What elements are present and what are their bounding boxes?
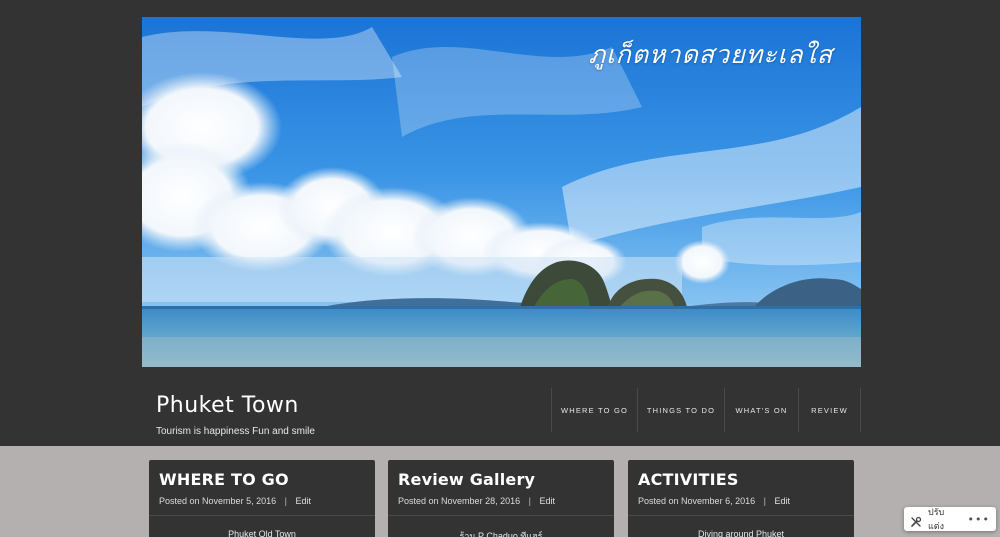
post-card: ACTIVITIES Posted on November 6, 2016 | …: [628, 460, 854, 537]
post-meta: Posted on November 6, 2016 | Edit: [638, 496, 790, 506]
post-date[interactable]: November 28, 2016: [441, 496, 520, 506]
site-title[interactable]: Phuket Town: [156, 393, 299, 418]
post-meta: Posted on November 5, 2016 | Edit: [159, 496, 311, 506]
post-card: WHERE TO GO Posted on November 5, 2016 |…: [149, 460, 375, 537]
header-banner-image[interactable]: ภูเก็ตหาดสวยทะเลใส: [142, 17, 861, 367]
nav-item-where-to-go[interactable]: WHERE TO GO: [551, 388, 637, 432]
site-description: Tourism is happiness Fun and smile: [156, 426, 315, 437]
customize-label: ปรับแต่ง: [928, 508, 945, 532]
post-excerpt: ร้าน P Chaduo ทีแฮร์: [459, 531, 543, 537]
nav-item-review[interactable]: REVIEW: [798, 388, 861, 432]
card-divider: [149, 515, 375, 516]
post-title[interactable]: ACTIVITIES: [638, 470, 739, 489]
card-divider: [388, 515, 614, 516]
posted-on-label: Posted on: [159, 496, 200, 506]
nav-item-things-to-do[interactable]: THINGS TO DO: [637, 388, 724, 432]
site-header: ภูเก็ตหาดสวยทะเลใส Phuket Town Tourism i…: [0, 0, 1000, 446]
meta-separator: |: [763, 496, 766, 506]
meta-separator: |: [528, 496, 531, 506]
card-divider: [628, 515, 854, 516]
posted-on-label: Posted on: [398, 496, 439, 506]
meta-separator: |: [284, 496, 287, 506]
post-meta: Posted on November 28, 2016 | Edit: [398, 496, 555, 506]
post-title[interactable]: Review Gallery: [398, 470, 535, 489]
tools-icon: [910, 513, 922, 527]
posted-on-label: Posted on: [638, 496, 679, 506]
main-navigation: WHERE TO GO THINGS TO DO WHAT'S ON REVIE…: [551, 388, 861, 432]
edit-link[interactable]: Edit: [774, 496, 790, 506]
post-excerpt: Phuket Old Town: [228, 529, 296, 537]
banner-caption: ภูเก็ตหาดสวยทะเลใส: [588, 40, 833, 69]
customize-button[interactable]: ปรับแต่ง •••: [904, 507, 996, 532]
more-options-icon[interactable]: •••: [968, 513, 990, 526]
post-card: Review Gallery Posted on November 28, 20…: [388, 460, 614, 537]
edit-link[interactable]: Edit: [539, 496, 555, 506]
post-date[interactable]: November 6, 2016: [681, 496, 755, 506]
post-date[interactable]: November 5, 2016: [202, 496, 276, 506]
post-title[interactable]: WHERE TO GO: [159, 470, 289, 489]
nav-item-whats-on[interactable]: WHAT'S ON: [724, 388, 798, 432]
post-excerpt: Diving around Phuket: [697, 529, 785, 537]
edit-link[interactable]: Edit: [295, 496, 311, 506]
